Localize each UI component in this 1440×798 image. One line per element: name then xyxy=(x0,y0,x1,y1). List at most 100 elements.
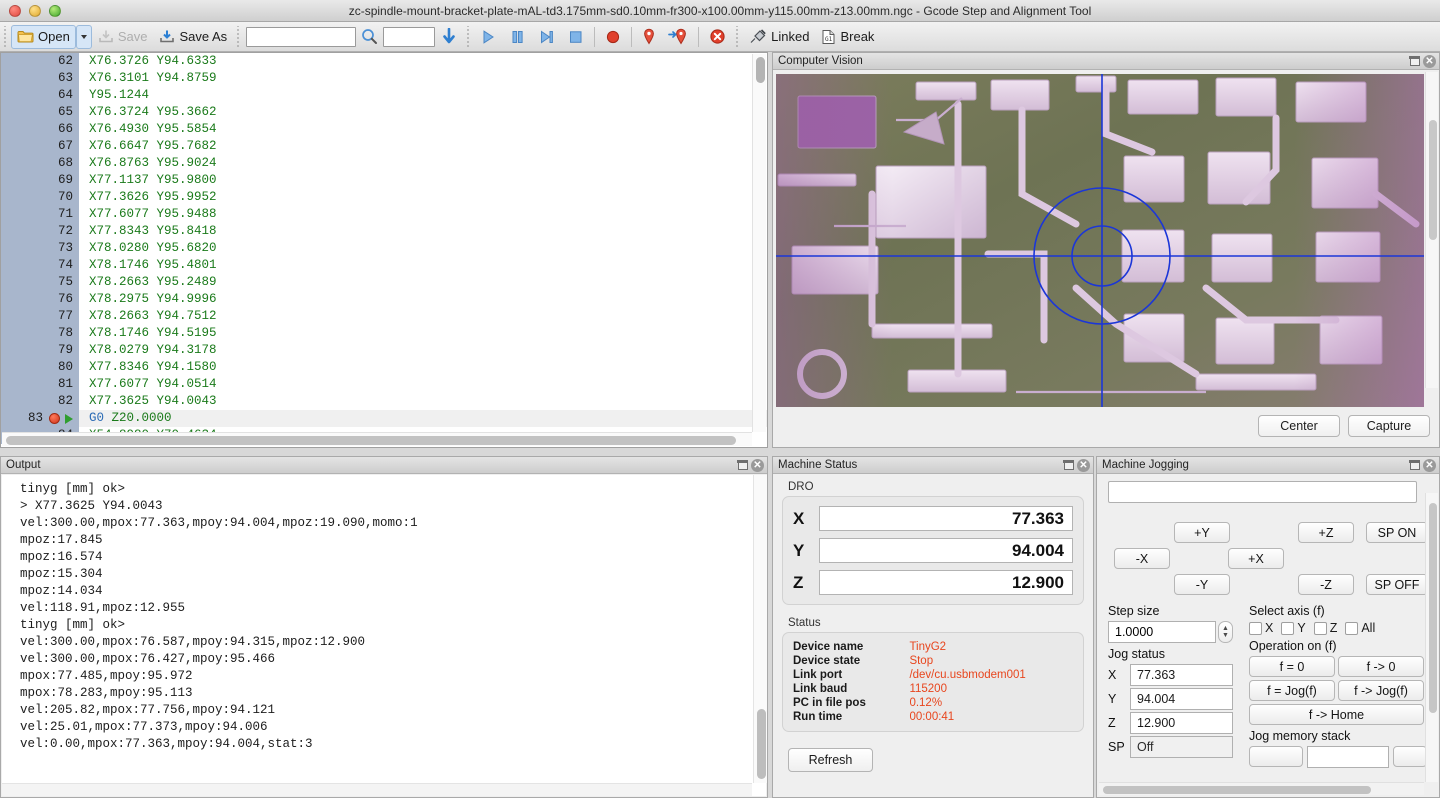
gcode-line-list[interactable]: 62 X76.3726 Y94.6333 63 X76.3101 Y94.8759 64… xyxy=(1,53,767,444)
goto-line-input[interactable] xyxy=(383,26,436,47)
jog-memory-push-button[interactable] xyxy=(1249,746,1303,767)
gcode-gutter[interactable]: 78 xyxy=(1,325,79,342)
step-button[interactable] xyxy=(532,25,561,49)
down-arrow-icon[interactable] xyxy=(441,27,457,46)
operation-button-4[interactable]: f -> Home xyxy=(1249,704,1424,725)
axis-checkbox-all[interactable] xyxy=(1345,621,1359,635)
gcode-horizontal-scrollbar[interactable] xyxy=(2,432,752,446)
gcode-vertical-scrollbar[interactable] xyxy=(752,54,766,432)
jog-status-value[interactable]: 94.004 xyxy=(1130,688,1233,710)
gcode-gutter[interactable]: 67 xyxy=(1,138,79,155)
step-size-input[interactable] xyxy=(1108,621,1216,643)
magnifier-icon[interactable] xyxy=(361,28,378,45)
output-vertical-scrollbar[interactable] xyxy=(753,475,767,783)
find-input[interactable] xyxy=(246,26,357,47)
jog-command-input[interactable] xyxy=(1108,481,1417,503)
cv-vertical-scrollbar[interactable] xyxy=(1425,72,1438,388)
goto-marker-button[interactable] xyxy=(662,25,694,49)
status-close-button[interactable]: ✕ xyxy=(1077,458,1090,472)
jogging-vertical-scrollbar[interactable] xyxy=(1425,493,1438,782)
dro-value-field[interactable]: 12.900 xyxy=(819,570,1073,595)
jogging-restore-button[interactable] xyxy=(1408,459,1421,472)
jog-plus-x-button[interactable]: +X xyxy=(1228,548,1284,569)
linked-button[interactable]: Linked xyxy=(743,25,815,49)
jog-plus-z-button[interactable]: +Z xyxy=(1298,522,1354,543)
close-window-button[interactable] xyxy=(9,4,21,17)
gcode-editor-viewport[interactable]: 62 X76.3726 Y94.6333 63 X76.3101 Y94.8759 64… xyxy=(1,53,767,447)
gcode-gutter[interactable]: 74 xyxy=(1,257,79,274)
chevron-down-icon[interactable]: ▼ xyxy=(1222,632,1229,639)
gcode-gutter[interactable]: 81 xyxy=(1,376,79,393)
gcode-gutter[interactable]: 82 xyxy=(1,393,79,410)
dro-value-field[interactable]: 94.004 xyxy=(819,538,1073,563)
gcode-vertical-scroll-thumb[interactable] xyxy=(756,57,765,83)
cv-restore-button[interactable] xyxy=(1408,55,1421,68)
break-button[interactable]: G1 Break xyxy=(815,25,880,49)
set-marker-button[interactable] xyxy=(636,25,662,49)
gcode-line[interactable]: 63 X76.3101 Y94.8759 xyxy=(1,70,767,87)
cv-close-button[interactable]: ✕ xyxy=(1423,54,1436,68)
gcode-line[interactable]: 62 X76.3726 Y94.6333 xyxy=(1,53,767,70)
toolbar-grip-4[interactable] xyxy=(734,25,742,48)
jog-status-value[interactable]: Off xyxy=(1130,736,1233,758)
gcode-gutter[interactable]: 62 xyxy=(1,53,79,70)
gcode-line[interactable]: 69 X77.1137 Y95.9800 xyxy=(1,172,767,189)
gcode-gutter[interactable]: 75 xyxy=(1,274,79,291)
gcode-line[interactable]: 79 X78.0279 Y94.3178 xyxy=(1,342,767,359)
gcode-gutter[interactable]: 76 xyxy=(1,291,79,308)
axis-checkbox-y[interactable] xyxy=(1281,621,1295,635)
output-vertical-scroll-thumb[interactable] xyxy=(757,709,766,779)
jogging-vertical-scroll-thumb[interactable] xyxy=(1429,503,1437,713)
step-size-spin-arrows[interactable]: ▲ ▼ xyxy=(1218,621,1233,643)
axis-checkbox-x[interactable] xyxy=(1249,621,1262,635)
gcode-line[interactable]: 78 X78.1746 Y94.5195 xyxy=(1,325,767,342)
stop-button[interactable] xyxy=(561,25,590,49)
operation-button-0[interactable]: f = 0 xyxy=(1249,656,1335,677)
gcode-gutter[interactable]: 63 xyxy=(1,70,79,87)
operation-button-1[interactable]: f -> 0 xyxy=(1338,656,1424,677)
abort-button[interactable] xyxy=(703,25,732,49)
gcode-line[interactable]: 67 X76.6647 Y95.7682 xyxy=(1,138,767,155)
gcode-line[interactable]: 70 X77.3626 Y95.9952 xyxy=(1,189,767,206)
gcode-line[interactable]: 75 X78.2663 Y95.2489 xyxy=(1,274,767,291)
gcode-gutter[interactable]: 73 xyxy=(1,240,79,257)
center-button[interactable]: Center xyxy=(1258,415,1340,437)
gcode-line[interactable]: 77 X78.2663 Y94.7512 xyxy=(1,308,767,325)
jog-status-value[interactable]: 77.363 xyxy=(1130,664,1233,686)
record-button[interactable] xyxy=(599,25,627,49)
capture-button[interactable]: Capture xyxy=(1348,415,1430,437)
gcode-line[interactable]: 76 X78.2975 Y94.9996 xyxy=(1,291,767,308)
jog-minus-y-button[interactable]: -Y xyxy=(1174,574,1230,595)
gcode-line[interactable]: 73 X78.0280 Y95.6820 xyxy=(1,240,767,257)
minimize-window-button[interactable] xyxy=(29,4,41,17)
gcode-line[interactable]: 82 X77.3625 Y94.0043 xyxy=(1,393,767,410)
toolbar-grip-2[interactable] xyxy=(235,25,243,48)
output-horizontal-scrollbar[interactable] xyxy=(2,783,752,796)
save-as-button[interactable]: Save As xyxy=(153,25,233,49)
output-text-area[interactable]: tinyg [mm] ok> > X77.3625 Y94.0043 vel:3… xyxy=(2,475,766,796)
gcode-gutter[interactable]: 69 xyxy=(1,172,79,189)
gcode-line[interactable]: 81 X77.6077 Y94.0514 xyxy=(1,376,767,393)
gcode-gutter[interactable]: 65 xyxy=(1,104,79,121)
cv-vertical-scroll-thumb[interactable] xyxy=(1429,120,1437,240)
jog-minus-z-button[interactable]: -Z xyxy=(1298,574,1354,595)
dro-value-field[interactable]: 77.363 xyxy=(819,506,1073,531)
jogging-horizontal-scroll-thumb[interactable] xyxy=(1103,786,1371,794)
gcode-gutter[interactable]: 68 xyxy=(1,155,79,172)
jog-minus-x-button[interactable]: -X xyxy=(1114,548,1170,569)
gcode-gutter[interactable]: 64 xyxy=(1,87,79,104)
gcode-gutter[interactable]: 72 xyxy=(1,223,79,240)
toolbar-grip-3[interactable] xyxy=(465,25,473,48)
gcode-gutter[interactable]: 80 xyxy=(1,359,79,376)
pause-button[interactable] xyxy=(503,25,532,49)
gcode-gutter[interactable]: 83 xyxy=(1,410,79,427)
gcode-line[interactable]: 65 X76.3724 Y95.3662 xyxy=(1,104,767,121)
chevron-up-icon[interactable]: ▲ xyxy=(1222,625,1229,632)
gcode-line[interactable]: 83 G0 Z20.0000 xyxy=(1,410,767,427)
toolbar-grip[interactable] xyxy=(2,25,9,48)
spindle-off-button[interactable]: SP OFF xyxy=(1366,574,1428,595)
breakpoint-icon[interactable] xyxy=(49,413,60,424)
run-button[interactable] xyxy=(474,25,503,49)
gcode-gutter[interactable]: 66 xyxy=(1,121,79,138)
axis-checkbox-z[interactable] xyxy=(1313,621,1327,635)
